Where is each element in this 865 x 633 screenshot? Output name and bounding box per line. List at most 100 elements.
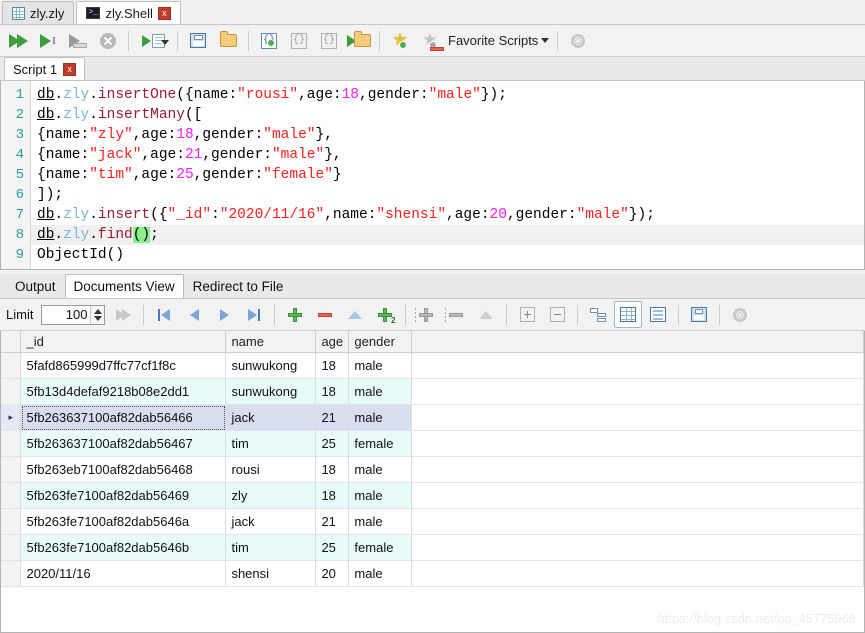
table-row[interactable]: 2020/11/16 shensi 20 male	[1, 560, 864, 587]
connection-tab-zly-zly[interactable]: zly.zly	[2, 1, 75, 24]
table-cell-name[interactable]: jack	[225, 508, 317, 535]
code-line[interactable]: {name:"jack",age:21,gender:"male"},	[31, 145, 864, 165]
table-cell-gender[interactable]: male	[348, 352, 413, 379]
table-cell-name[interactable]: zly	[225, 482, 317, 509]
last-page-button[interactable]	[240, 301, 268, 328]
run-current-line-button[interactable]: I	[34, 27, 62, 54]
table-row[interactable]: 5fb263637100af82dab56467 tim 25 female	[1, 430, 864, 457]
table-row[interactable]: 5fb263fe7100af82dab56469 zly 18 male	[1, 482, 864, 509]
clone-document-button[interactable]: 2	[371, 301, 399, 328]
stepper-up-icon[interactable]	[93, 308, 102, 314]
table-cell-id[interactable]: 5fb13d4defaf9218b08e2dd1	[20, 378, 227, 405]
favorite-scripts-menu[interactable]: Favorite Scripts	[446, 33, 551, 48]
script-tab-script-1[interactable]: Script 1 x	[4, 57, 86, 80]
code-editor[interactable]: 123456789 db.zly.insertOne({name:"rousi"…	[0, 81, 865, 270]
code-line[interactable]: db.zly.insertOne({name:"rousi",age:18,ge…	[31, 85, 864, 105]
stop-button[interactable]	[64, 27, 92, 54]
table-row[interactable]: 5fb263fe7100af82dab5646b tim 25 female	[1, 534, 864, 561]
table-cell-id[interactable]: 5fb263eb7100af82dab56468	[20, 456, 227, 483]
table-cell-age[interactable]: 18	[315, 482, 350, 509]
table-cell-age[interactable]: 21	[315, 508, 350, 535]
row-marker[interactable]	[1, 456, 22, 483]
previous-page-button[interactable]	[180, 301, 208, 328]
table-row[interactable]: 5fb263fe7100af82dab5646a jack 21 male	[1, 508, 864, 535]
code-area[interactable]: db.zly.insertOne({name:"rousi",age:18,ge…	[31, 81, 864, 269]
tab-documents-view[interactable]: Documents View	[64, 274, 184, 298]
row-marker[interactable]	[1, 508, 22, 535]
json-view-button[interactable]	[644, 301, 672, 328]
delete-document-button[interactable]	[311, 301, 339, 328]
column-header-gender[interactable]: gender	[348, 331, 413, 353]
table-cell-age[interactable]: 21	[315, 404, 350, 431]
table-cell-gender[interactable]: male	[348, 378, 413, 405]
table-cell-gender[interactable]: male	[348, 482, 413, 509]
row-marker[interactable]	[1, 430, 22, 457]
table-cell-name[interactable]: sunwukong	[225, 352, 317, 379]
tab-redirect-to-file[interactable]: Redirect to File	[184, 274, 293, 298]
explain-button[interactable]: {}	[315, 27, 343, 54]
delete-field-button[interactable]	[442, 301, 470, 328]
row-marker[interactable]	[1, 378, 22, 405]
run-next-page-button[interactable]	[109, 301, 137, 328]
close-icon[interactable]: x	[157, 6, 171, 20]
row-marker[interactable]	[1, 534, 22, 561]
table-cell-age[interactable]: 25	[315, 534, 350, 561]
limit-input[interactable]	[42, 306, 91, 323]
table-row[interactable]: 5fafd865999d7ffc77cf1f8c sunwukong 18 male	[1, 352, 864, 379]
row-marker[interactable]	[1, 560, 22, 587]
table-row[interactable]: 5fb263eb7100af82dab56468 rousi 18 male	[1, 456, 864, 483]
save-script-button[interactable]	[184, 27, 212, 54]
grid-settings-button[interactable]	[726, 301, 754, 328]
toolbar-settings-button[interactable]	[564, 27, 592, 54]
stepper-buttons[interactable]	[90, 305, 105, 324]
table-cell-age[interactable]: 20	[315, 560, 350, 587]
add-field-button[interactable]	[412, 301, 440, 328]
column-header-name[interactable]: name	[225, 331, 317, 353]
row-marker[interactable]	[1, 352, 22, 379]
code-line[interactable]: ]);	[31, 185, 864, 205]
table-cell-gender[interactable]: male	[348, 508, 413, 535]
connection-tab-zly-shell[interactable]: >_ zly.Shell x	[76, 1, 181, 24]
table-cell-name[interactable]: rousi	[225, 456, 317, 483]
code-line[interactable]: {name:"zly",age:18,gender:"male"},	[31, 125, 864, 145]
table-cell-gender[interactable]: female	[348, 534, 413, 561]
next-page-button[interactable]	[210, 301, 238, 328]
table-cell-id[interactable]: 5fb263637100af82dab56467	[20, 430, 227, 457]
table-cell-name[interactable]: tim	[225, 534, 317, 561]
table-cell-age[interactable]: 18	[315, 352, 350, 379]
limit-stepper[interactable]	[41, 304, 106, 325]
table-cell-age[interactable]: 25	[315, 430, 350, 457]
results-grid[interactable]: _id name age gender 5fafd865999d7ffc77cf…	[0, 331, 865, 633]
column-header-id[interactable]: _id	[20, 331, 227, 353]
table-cell-id[interactable]: 5fb263fe7100af82dab5646b	[20, 534, 227, 561]
chevron-down-icon[interactable]	[161, 40, 169, 45]
column-header-age[interactable]: age	[315, 331, 350, 353]
tree-view-button[interactable]	[584, 301, 612, 328]
cancel-button[interactable]	[94, 27, 122, 54]
new-query-button[interactable]: {}	[255, 27, 283, 54]
run-with-options-button[interactable]	[135, 27, 171, 54]
table-cell-id[interactable]: 5fb263fe7100af82dab5646a	[20, 508, 227, 535]
table-cell-name[interactable]: tim	[225, 430, 317, 457]
code-line[interactable]: db.zly.insert({"_id":"2020/11/16",name:"…	[31, 205, 864, 225]
run-all-button[interactable]	[4, 27, 32, 54]
table-cell-name[interactable]: jack	[225, 404, 317, 431]
table-cell-id[interactable]: 5fafd865999d7ffc77cf1f8c	[20, 352, 227, 379]
collapse-all-button[interactable]	[543, 301, 571, 328]
table-cell-age[interactable]: 18	[315, 456, 350, 483]
save-document-button[interactable]	[341, 301, 369, 328]
export-button[interactable]	[685, 301, 713, 328]
table-cell-gender[interactable]: male	[348, 456, 413, 483]
row-marker[interactable]: ▸	[1, 404, 22, 431]
expand-all-button[interactable]	[513, 301, 541, 328]
table-cell-name[interactable]: sunwukong	[225, 378, 317, 405]
code-line[interactable]: db.zly.find();	[31, 225, 864, 245]
code-line[interactable]: {name:"tim",age:25,gender:"female"}	[31, 165, 864, 185]
table-cell-name[interactable]: shensi	[225, 560, 317, 587]
table-row[interactable]: 5fb13d4defaf9218b08e2dd1 sunwukong 18 male	[1, 378, 864, 405]
table-cell-id[interactable]: 2020/11/16	[20, 560, 227, 587]
format-query-button[interactable]: {}	[285, 27, 313, 54]
table-cell-gender[interactable]: male	[348, 404, 413, 431]
remove-favorite-button[interactable]: ★	[416, 27, 444, 54]
row-marker[interactable]	[1, 482, 22, 509]
